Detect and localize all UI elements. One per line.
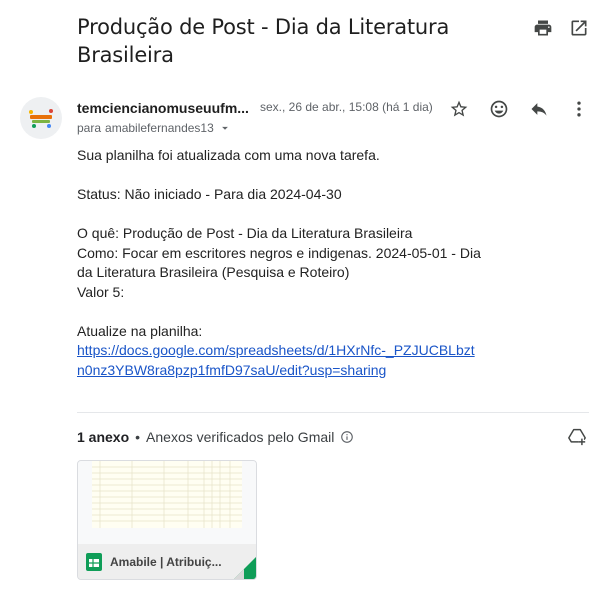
recipient-row[interactable]: para amabilefernandes13	[77, 121, 232, 135]
reply-icon[interactable]	[527, 97, 551, 121]
attachment-thumbnail	[78, 461, 256, 544]
attachment-footer: Amabile | Atribuiç...	[78, 544, 256, 579]
spreadsheet-preview	[92, 461, 242, 528]
recipient-name: amabilefernandes13	[105, 121, 214, 135]
attachment-count: 1 anexo	[77, 429, 130, 445]
info-icon[interactable]	[340, 430, 354, 444]
star-icon[interactable]	[447, 97, 471, 121]
add-to-drive-icon[interactable]	[567, 428, 589, 448]
sender-avatar[interactable]	[20, 97, 62, 139]
separator-dot: •	[135, 429, 141, 445]
print-icon[interactable]	[531, 16, 555, 40]
attachments-verified-label: Anexos verificados pelo Gmail	[146, 429, 335, 445]
ciencia-no-museu-logo	[22, 99, 60, 137]
spreadsheet-link[interactable]: https://docs.google.com/spreadsheets/d/1…	[77, 341, 477, 380]
body-value: Valor 5:	[77, 283, 125, 300]
body-update-label: Atualize na planilha:	[77, 322, 203, 339]
emoji-icon[interactable]	[487, 97, 511, 121]
divider	[77, 412, 589, 413]
email-body: Sua planilha foi atualizada com uma nova…	[77, 146, 497, 380]
email-subject: Produção de Post - Dia da Literatura Bra…	[77, 15, 450, 67]
chevron-down-icon[interactable]	[218, 121, 232, 135]
sender-row: temciencianomuseuufm...	[77, 98, 253, 118]
recipient-prefix: para	[77, 121, 102, 135]
open-in-new-window-icon[interactable]	[567, 16, 591, 40]
sender-name[interactable]: temciencianomuseuufm...	[77, 100, 253, 116]
more-vert-icon[interactable]	[567, 97, 591, 121]
attachments-header: 1 anexo • Anexos verificados pelo Gmail	[77, 429, 354, 445]
body-how: Como: Focar em escritores negros e indig…	[77, 244, 481, 281]
file-corner-fold	[234, 557, 256, 579]
attachment-card[interactable]: Amabile | Atribuiç...	[77, 460, 257, 580]
google-sheets-icon	[86, 552, 102, 571]
attachment-file-name: Amabile | Atribuiç...	[110, 554, 222, 569]
body-intro: Sua planilha foi atualizada com uma nova…	[77, 147, 380, 163]
body-status: Status: Não iniciado - Para dia 2024-04-…	[77, 186, 342, 202]
body-what: O quê: Produção de Post - Dia da Literat…	[77, 225, 413, 241]
email-date: sex., 26 de abr., 15:08 (há 1 dia)	[260, 100, 433, 114]
